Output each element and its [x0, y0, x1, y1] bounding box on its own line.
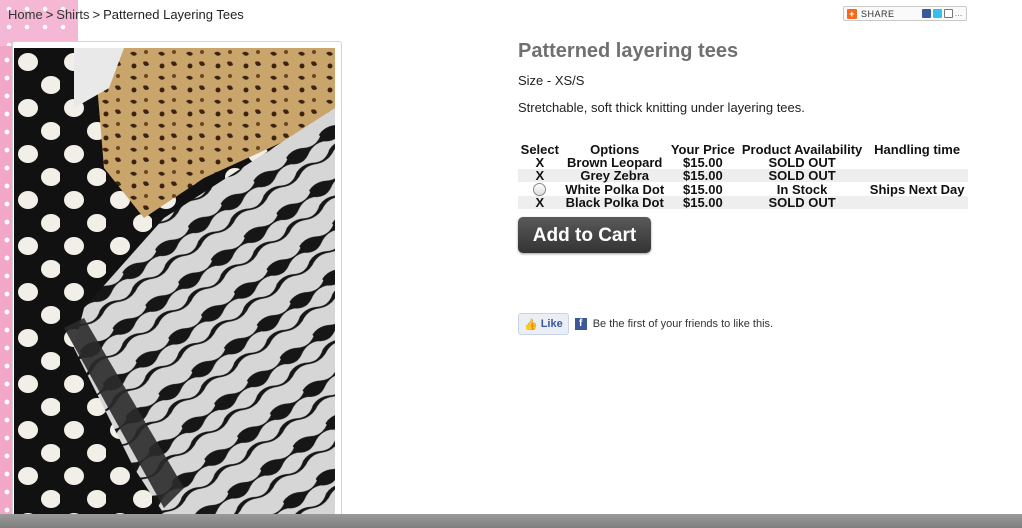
option-handling: Ships Next Day [869, 181, 965, 197]
breadcrumb-shirts-link[interactable]: Shirts [56, 7, 89, 22]
facebook-icon: f [574, 318, 587, 330]
facebook-like-button[interactable]: 👍 Like [518, 313, 569, 335]
product-size: Size - XS/S [518, 73, 585, 88]
option-price: $15.00 [682, 181, 723, 197]
select-cell [518, 182, 562, 197]
table-row: X Grey Zebra $15.00 SOLD OUT [518, 169, 968, 182]
breadcrumb: Home > Shirts > Patterned Layering Tees [8, 7, 244, 22]
option-price: $15.00 [667, 196, 738, 210]
options-table: Select Options Your Price Product Availa… [518, 142, 968, 210]
breadcrumb-separator: > [92, 7, 101, 22]
option-availability: SOLD OUT [737, 169, 867, 182]
share-button[interactable]: + SHARE … [843, 6, 967, 21]
option-handling [866, 156, 968, 169]
twitter-icon [932, 9, 942, 18]
table-row: White Polka Dot $15.00 In Stock Ships Ne… [518, 181, 968, 197]
share-plus-icon: + [847, 8, 857, 19]
option-availability: SOLD OUT [737, 196, 867, 210]
share-service-icons: … [921, 9, 964, 18]
product-image[interactable] [14, 48, 335, 514]
option-name: White Polka Dot [565, 181, 665, 197]
facebook-icon [921, 9, 931, 18]
header-handling: Handling time [874, 142, 961, 157]
facebook-like-widget: 👍 Like f Be the first of your friends to… [518, 313, 773, 335]
option-handling [866, 169, 968, 182]
option-handling [866, 196, 968, 210]
breadcrumb-current: Patterned Layering Tees [103, 7, 244, 22]
breadcrumb-separator: > [45, 7, 54, 22]
patterned-tees-photo [14, 48, 335, 514]
facebook-like-text: Be the first of your friends to like thi… [592, 318, 774, 330]
select-unavailable-mark: X [518, 196, 562, 210]
share-label: SHARE [861, 8, 895, 19]
option-name: Black Polka Dot [561, 196, 668, 210]
add-to-cart-button[interactable]: Add to Cart [518, 217, 651, 253]
product-description: Stretchable, soft thick knitting under l… [518, 100, 805, 115]
thumbs-up-icon: 👍 [524, 318, 538, 331]
option-availability: In Stock [776, 181, 828, 197]
email-icon [943, 9, 953, 18]
select-unavailable-mark: X [518, 169, 562, 182]
option-price: $15.00 [667, 169, 738, 182]
option-name: Grey Zebra [561, 169, 668, 182]
product-title: Patterned layering tees [518, 40, 739, 62]
breadcrumb-home-link[interactable]: Home [8, 7, 43, 22]
like-label: Like [540, 318, 563, 330]
bottom-scroll-bar [0, 514, 1022, 528]
table-row: X Black Polka Dot $15.00 SOLD OUT [518, 196, 968, 210]
more-icon: … [954, 9, 963, 18]
